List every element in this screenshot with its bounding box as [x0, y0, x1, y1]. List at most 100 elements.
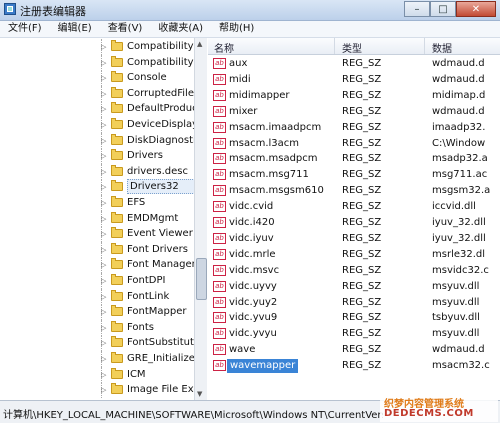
tree-item[interactable]: ▷ GRE_Initialize — [0, 351, 206, 367]
column-header-name[interactable]: 名称 — [214, 40, 234, 55]
value-row[interactable]: ab msacm.msadpcm REG_SZ msadp32.a — [208, 151, 500, 167]
expand-arrow-icon[interactable]: ▷ — [101, 105, 106, 113]
tree-item[interactable]: ▷ Compatibility32 — [0, 54, 206, 71]
value-type: REG_SZ — [342, 217, 382, 228]
value-row[interactable]: ab midimapper REG_SZ midimap.d — [208, 88, 500, 104]
value-name: vidc.msvc — [229, 264, 280, 276]
tree-item[interactable]: ▷ DeviceDisplayC — [0, 117, 206, 133]
expand-arrow-icon[interactable]: ▷ — [101, 199, 106, 207]
tree-item[interactable]: ▷ Drivers32 — [0, 179, 206, 196]
tree-item[interactable]: ▷ Drivers — [0, 148, 206, 165]
expand-arrow-icon[interactable]: ▷ — [101, 90, 106, 98]
tree-item[interactable]: ▷ ICM — [0, 366, 206, 383]
expand-arrow-icon[interactable]: ▷ — [101, 246, 106, 254]
expand-arrow-icon[interactable]: ▷ — [101, 59, 106, 67]
menu-view[interactable]: 查看(V) — [100, 21, 151, 37]
tree-item-label: Console — [127, 72, 167, 84]
close-button[interactable]: ✕ — [456, 1, 496, 17]
tree-item[interactable]: ▷ CorruptedFileR — [0, 85, 206, 102]
folder-icon — [111, 55, 123, 67]
expand-arrow-icon[interactable]: ▷ — [101, 137, 106, 145]
value-data: iccvid.dll — [432, 201, 476, 213]
tree-item[interactable]: ▷ Font Managem — [0, 257, 206, 274]
tree-item[interactable]: ▷ Image File Exec — [0, 382, 206, 399]
value-row[interactable]: ab vidc.i420 REG_SZ iyuv_32.dll — [208, 215, 500, 231]
expand-arrow-icon[interactable]: ▷ — [101, 339, 106, 347]
tree-item[interactable]: ▷ EMDMgmt — [0, 210, 206, 227]
tree-item[interactable]: ▷ FontLink — [0, 288, 206, 305]
value-row[interactable]: ab vidc.uyvy REG_SZ msyuv.dll — [208, 279, 500, 295]
value-row[interactable]: ab vidc.yvu9 REG_SZ tsbyuv.dll — [208, 310, 500, 326]
value-row[interactable]: ab vidc.cvid REG_SZ iccvid.dll — [208, 199, 500, 215]
tree-item[interactable]: ▷ drivers.desc — [0, 163, 206, 180]
menu-help[interactable]: 帮助(H) — [211, 21, 262, 37]
tree-item-label: FontLink — [127, 290, 170, 302]
column-divider[interactable] — [334, 38, 335, 54]
value-row[interactable]: ab vidc.yuy2 REG_SZ msyuv.dll — [208, 295, 500, 311]
expand-arrow-icon[interactable]: ▷ — [101, 355, 106, 363]
value-row[interactable]: ab msacm.msgsm610 REG_SZ msgsm32.a — [208, 183, 500, 199]
minimize-button[interactable]: – — [404, 1, 430, 17]
value-row[interactable]: ab mixer REG_SZ wdmaud.d — [208, 104, 500, 120]
expand-arrow-icon[interactable]: ▷ — [101, 308, 106, 316]
value-data: msg711.ac — [432, 169, 488, 181]
tree-item[interactable]: ▷ DiskDiagnostic — [0, 132, 206, 149]
value-row[interactable]: ab msacm.l3acm REG_SZ C:\Window — [208, 136, 500, 152]
expand-arrow-icon[interactable]: ▷ — [101, 74, 106, 82]
menu-file[interactable]: 文件(F) — [0, 21, 50, 37]
value-name: msacm.msg711 — [229, 169, 309, 181]
tree-item[interactable]: ▷ DefaultProduct — [0, 101, 206, 118]
value-row[interactable]: ab vidc.msvc REG_SZ msvidc32.c — [208, 263, 500, 279]
column-divider[interactable] — [424, 38, 425, 54]
value-row[interactable]: ab vidc.yvyu REG_SZ msyuv.dll — [208, 326, 500, 342]
expand-arrow-icon[interactable]: ▷ — [101, 183, 106, 191]
tree-item[interactable]: ▷ FontMapper — [0, 304, 206, 321]
watermark: 织梦内容管理系统 DEDECMS.COM — [380, 395, 498, 422]
registry-tree[interactable]: ▷ Compatibility ▷ Compatibility32 ▷ Console ▷ C… — [0, 38, 207, 400]
expand-arrow-icon[interactable]: ▷ — [101, 277, 106, 285]
tree-item[interactable]: ▷ Fonts — [0, 319, 206, 336]
values-list[interactable]: 名称 类型 数据 ab aux REG_SZ wdmaud.d ab midi REG_SZ… — [208, 38, 500, 400]
value-type: REG_SZ — [342, 185, 382, 197]
expand-arrow-icon[interactable]: ▷ — [101, 293, 106, 301]
tree-item[interactable]: ▷ EFS — [0, 195, 206, 211]
value-row[interactable]: ab msacm.msg711 REG_SZ msg711.ac — [208, 167, 500, 183]
expand-arrow-icon[interactable]: ▷ — [101, 168, 106, 176]
value-row[interactable]: ab midi REG_SZ wdmaud.d — [208, 72, 500, 88]
tree-item[interactable]: ▷ FontSubstitutes — [0, 335, 206, 352]
expand-arrow-icon[interactable]: ▷ — [101, 324, 106, 332]
tree-item[interactable]: ▷ Console — [0, 70, 206, 87]
scroll-up-arrow-icon[interactable]: ▲ — [197, 40, 202, 48]
expand-arrow-icon[interactable]: ▷ — [101, 152, 106, 160]
scrollbar-thumb[interactable] — [196, 258, 207, 300]
menu-edit[interactable]: 编辑(E) — [50, 21, 100, 37]
title-bar[interactable]: 注册表编辑器 – □ ✕ — [0, 0, 500, 21]
tree-item[interactable]: ▷ FontDPI — [0, 273, 206, 289]
folder-icon — [111, 180, 123, 192]
column-header-type[interactable]: 类型 — [342, 40, 362, 55]
column-header-data[interactable]: 数据 — [432, 40, 452, 55]
tree-item[interactable]: ▷ Font Drivers — [0, 241, 206, 258]
tree-item[interactable]: ▷ Event Viewer — [0, 226, 206, 243]
value-row[interactable]: ab msacm.imaadpcm REG_SZ imaadp32. — [208, 120, 500, 136]
tree-scrollbar[interactable]: ▲ ▼ — [194, 38, 207, 400]
scroll-down-arrow-icon[interactable]: ▼ — [197, 390, 202, 398]
value-name: vidc.uyvy — [229, 280, 277, 292]
value-name: aux — [229, 58, 248, 69]
value-row[interactable]: ab aux REG_SZ wdmaud.d — [208, 56, 500, 72]
expand-arrow-icon[interactable]: ▷ — [101, 215, 106, 223]
expand-arrow-icon[interactable]: ▷ — [101, 43, 106, 51]
value-row[interactable]: ab wavemapper REG_SZ msacm32.c — [208, 358, 500, 374]
value-row[interactable]: ab vidc.mrle REG_SZ msrle32.dl — [208, 247, 500, 263]
value-row[interactable]: ab wave REG_SZ wdmaud.d — [208, 342, 500, 358]
value-type: REG_SZ — [342, 296, 382, 308]
expand-arrow-icon[interactable]: ▷ — [101, 386, 106, 394]
menu-favorites[interactable]: 收藏夹(A) — [150, 21, 211, 37]
expand-arrow-icon[interactable]: ▷ — [101, 230, 106, 238]
expand-arrow-icon[interactable]: ▷ — [101, 121, 106, 129]
expand-arrow-icon[interactable]: ▷ — [101, 371, 106, 379]
maximize-button[interactable]: □ — [430, 1, 456, 17]
expand-arrow-icon[interactable]: ▷ — [101, 261, 106, 269]
tree-item[interactable]: ▷ Compatibility — [0, 39, 206, 55]
value-row[interactable]: ab vidc.iyuv REG_SZ iyuv_32.dll — [208, 231, 500, 247]
